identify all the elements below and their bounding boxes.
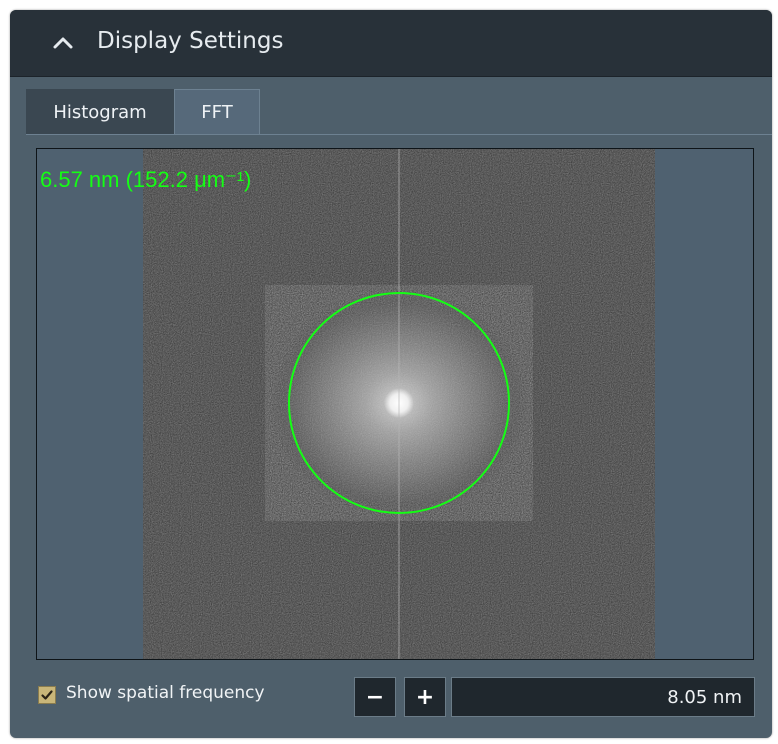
tab-content-border <box>26 134 772 135</box>
chevron-up-icon[interactable] <box>52 32 74 54</box>
fft-spectrum <box>143 149 655 659</box>
increment-button[interactable]: + <box>404 677 446 717</box>
spatial-frequency-readout: 6.57 nm (152.2 μm⁻¹) <box>40 167 252 192</box>
tab-histogram[interactable]: Histogram <box>26 89 174 135</box>
fft-controls: Show spatial frequency − + 8.05 nm <box>10 670 772 720</box>
display-settings-panel: Display Settings Histogram FFT 6.57 nm (… <box>10 10 772 738</box>
decrement-button[interactable]: − <box>354 677 396 717</box>
fft-view[interactable]: 6.57 nm (152.2 μm⁻¹) <box>36 148 754 660</box>
panel-title: Display Settings <box>97 28 284 54</box>
show-spatial-frequency-label[interactable]: Show spatial frequency <box>66 683 265 703</box>
show-spatial-frequency-checkbox[interactable] <box>38 686 56 704</box>
fft-image <box>143 149 655 659</box>
tab-bar: Histogram FFT <box>10 77 772 135</box>
spatial-frequency-input[interactable]: 8.05 nm <box>451 677 755 717</box>
panel-header[interactable]: Display Settings <box>10 10 772 77</box>
checkmark-icon <box>41 690 53 700</box>
tab-fft[interactable]: FFT <box>174 89 260 135</box>
